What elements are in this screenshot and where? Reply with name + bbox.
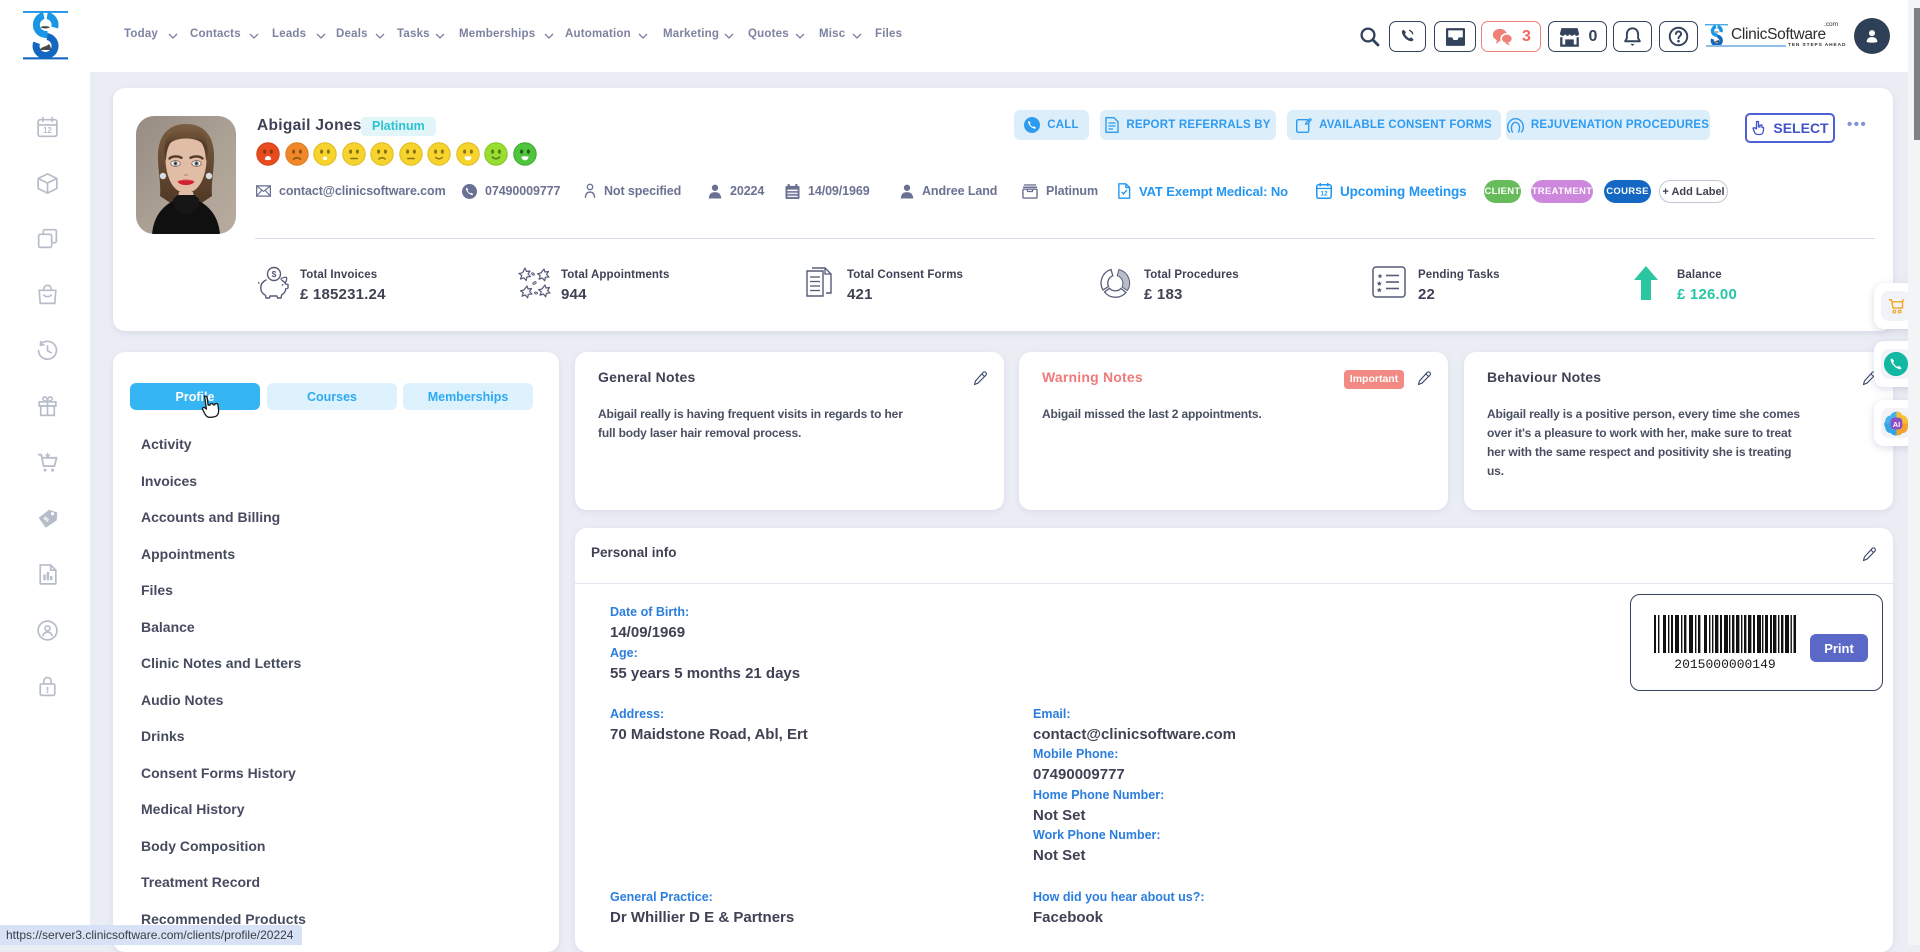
svg-text:$: $ [272, 269, 277, 279]
svg-text:AI: AI [1892, 420, 1899, 429]
svg-text:12: 12 [43, 126, 52, 135]
